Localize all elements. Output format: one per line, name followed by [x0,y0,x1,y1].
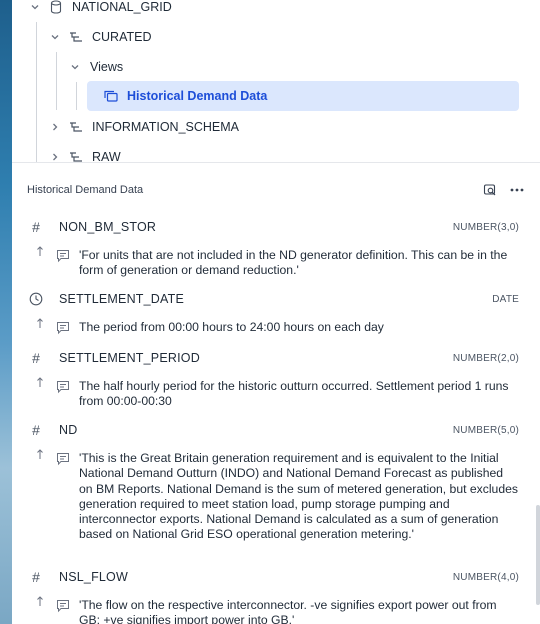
tree-item-historical-demand-data[interactable]: Historical Demand Data [87,81,519,111]
tree-item-label: NATIONAL_GRID [72,0,172,14]
tree-item-information-schema[interactable]: INFORMATION_SCHEMA [48,112,239,142]
more-options-icon[interactable] [508,182,526,198]
view-icon [103,88,119,104]
hash-icon: # [32,569,40,585]
column-row-settlement-date[interactable]: SETTLEMENT_DATE DATE [12,289,540,309]
tree-guide-line [56,52,57,110]
chevron-right-icon[interactable] [48,120,62,134]
tree-item-label: Views [90,60,124,74]
chevron-down-icon[interactable] [28,0,42,14]
comment-icon [57,453,69,466]
column-row-settlement-period[interactable]: # SETTLEMENT_PERIOD NUMBER(2,0) [12,348,540,368]
schema-icon [68,119,84,135]
chevron-down-icon[interactable] [68,60,82,74]
schema-icon [68,29,84,45]
column-type: NUMBER(4,0) [452,571,519,583]
column-description: 'The flow on the respective interconnect… [79,598,497,624]
column-description: 'For units that are not included in the … [79,248,508,278]
chevron-down-icon[interactable] [48,30,62,44]
comment-icon [57,600,69,613]
column-description: 'This is the Great Britain generation re… [79,451,518,542]
hash-icon: # [32,422,40,438]
clock-icon [28,291,44,307]
tree-item-national-grid[interactable]: NATIONAL_GRID [28,0,172,22]
comment-elbow-icon [37,449,43,459]
object-explorer-panel: NATIONAL_GRID CURATED Views Historical D… [12,0,540,624]
column-row-nd[interactable]: # ND NUMBER(5,0) [12,420,540,440]
hash-icon: # [32,219,40,235]
detail-header: Historical Demand Data [12,175,540,205]
column-description: The period from 00:00 hours to 24:00 hou… [79,320,384,334]
column-name: NON_BM_STOR [59,220,157,234]
panel-divider [12,162,540,163]
tree-item-raw[interactable]: RAW [48,142,121,172]
tree-item-views[interactable]: Views [68,52,123,82]
column-name: SETTLEMENT_DATE [59,292,185,306]
preview-icon[interactable] [481,182,499,198]
column-type: DATE [492,293,519,305]
column-name: ND [59,423,78,437]
column-type: NUMBER(2,0) [452,352,519,364]
column-type: NUMBER(3,0) [452,221,519,233]
database-tree: NATIONAL_GRID CURATED Views Historical D… [12,0,540,164]
comment-elbow-icon [37,246,43,256]
database-icon [48,0,64,15]
detail-title: Historical Demand Data [27,184,144,196]
column-name: NSL_FLOW [59,570,128,584]
column-description: The half hourly period for the historic … [79,379,509,409]
tree-item-curated[interactable]: CURATED [48,22,152,52]
comment-icon [57,322,69,335]
comment-icon [57,381,69,394]
tree-guide-line [36,22,37,162]
column-type: NUMBER(5,0) [452,424,519,436]
comment-elbow-icon [37,377,43,387]
tree-item-label: INFORMATION_SCHEMA [92,120,239,134]
column-name: SETTLEMENT_PERIOD [59,351,200,365]
tree-guide-line [76,82,77,110]
tree-item-label: CURATED [92,30,152,44]
background-image-edge [0,0,12,624]
scrollbar[interactable] [536,505,540,605]
hash-icon: # [32,350,40,366]
comment-elbow-icon [37,318,43,328]
tree-item-label: Historical Demand Data [127,89,268,103]
column-row-non-bm-stor[interactable]: # NON_BM_STOR NUMBER(3,0) [12,217,540,237]
comment-elbow-icon [37,596,43,606]
comment-icon [57,250,69,263]
column-row-nsl-flow[interactable]: # NSL_FLOW NUMBER(4,0) [12,567,540,587]
